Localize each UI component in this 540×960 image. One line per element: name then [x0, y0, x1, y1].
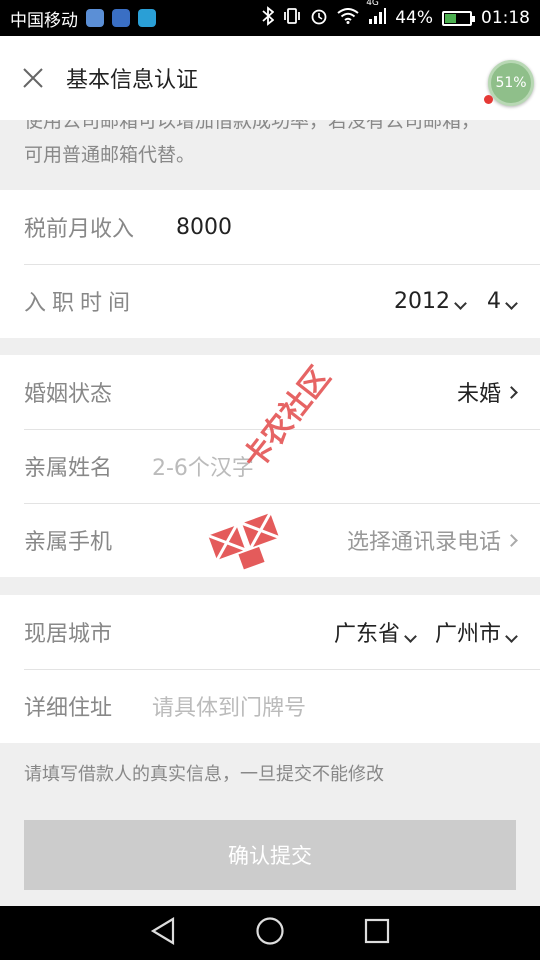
- chevron-down-icon: [404, 630, 417, 643]
- year-value: 2012: [394, 288, 450, 314]
- address-input[interactable]: 请具体到门牌号: [152, 690, 306, 722]
- province-value: 广东省: [333, 622, 400, 647]
- footer-note: 请填写借款人的真实信息，一旦提交不能修改: [24, 764, 384, 785]
- city-row: 现居城市 广东省 广州市: [0, 595, 540, 669]
- battery-level-fill: [445, 13, 457, 23]
- status-bar: 中国移动 4G 44% 01:18: [0, 0, 540, 36]
- income-row[interactable]: 税前月收入 8000: [0, 190, 540, 264]
- system-nav-bar: [0, 906, 540, 960]
- employment-date-pickers: 2012 4: [394, 288, 518, 314]
- relative-phone-row[interactable]: 亲属手机 选择通讯录电话: [0, 503, 540, 577]
- choose-contact-label: 选择通讯录电话: [346, 530, 501, 555]
- battery-icon: [442, 10, 475, 26]
- city-label: 现居城市: [24, 622, 113, 647]
- address-row[interactable]: 详细住址 请具体到门牌号: [0, 669, 540, 743]
- employment-date-row: 入职时间 2012 4: [0, 264, 540, 338]
- signal-icon: 4G: [366, 0, 387, 29]
- choose-contact-button[interactable]: 选择通讯录电话: [346, 524, 518, 556]
- app-notification-icon: [112, 9, 130, 27]
- app-notification-icon: [86, 9, 104, 27]
- network-type-label: 4G: [366, 0, 379, 8]
- carrier-name: 中国移动: [10, 10, 78, 31]
- city-pickers: 广东省 广州市: [334, 616, 518, 648]
- app-header: 基本信息认证: [0, 36, 540, 120]
- chevron-right-icon: [505, 533, 518, 547]
- chevron-right-icon: [505, 385, 518, 399]
- income-label: 税前月收入: [24, 217, 135, 242]
- recents-icon[interactable]: [363, 917, 391, 949]
- bluetooth-icon: [262, 5, 275, 31]
- city-select[interactable]: 广州市: [434, 616, 518, 648]
- home-icon[interactable]: [255, 916, 285, 950]
- back-icon[interactable]: [149, 916, 177, 950]
- page-title: 基本信息认证: [66, 68, 199, 93]
- relative-phone-label: 亲属手机: [24, 530, 113, 555]
- clock-time: 01:18: [481, 8, 530, 28]
- wifi-icon: [337, 7, 359, 29]
- month-value: 4: [487, 288, 501, 314]
- income-section: 税前月收入 8000 入职时间 2012 4: [0, 190, 540, 338]
- close-button[interactable]: [0, 36, 66, 120]
- notification-dot: [484, 95, 493, 104]
- marital-status-value: 未婚: [456, 382, 501, 407]
- submit-button[interactable]: 确认提交: [24, 820, 516, 890]
- city-value: 广州市: [434, 622, 501, 647]
- close-icon: [23, 68, 43, 88]
- battery-percent: 44%: [395, 8, 433, 28]
- chevron-down-icon: [505, 296, 518, 310]
- residence-section: 现居城市 广东省 广州市 详细住址 请具体到门牌号: [0, 595, 540, 743]
- marital-status-select[interactable]: 未婚: [456, 376, 518, 408]
- shield-app-icon: [138, 9, 156, 27]
- vibrate-icon: [283, 7, 301, 30]
- year-select[interactable]: 2012: [394, 289, 473, 314]
- progress-badge[interactable]: 51%: [488, 60, 534, 106]
- employment-date-label: 入职时间: [24, 291, 137, 316]
- address-label: 详细住址: [24, 696, 113, 721]
- chevron-down-icon: [454, 296, 467, 310]
- marital-status-label: 婚姻状态: [24, 382, 113, 407]
- relative-name-label: 亲属姓名: [24, 456, 113, 481]
- alarm-icon: [310, 7, 328, 30]
- chevron-down-icon: [505, 630, 518, 643]
- province-select[interactable]: 广东省: [334, 616, 423, 648]
- month-select[interactable]: 4: [487, 288, 518, 314]
- income-input[interactable]: 8000: [176, 215, 232, 240]
